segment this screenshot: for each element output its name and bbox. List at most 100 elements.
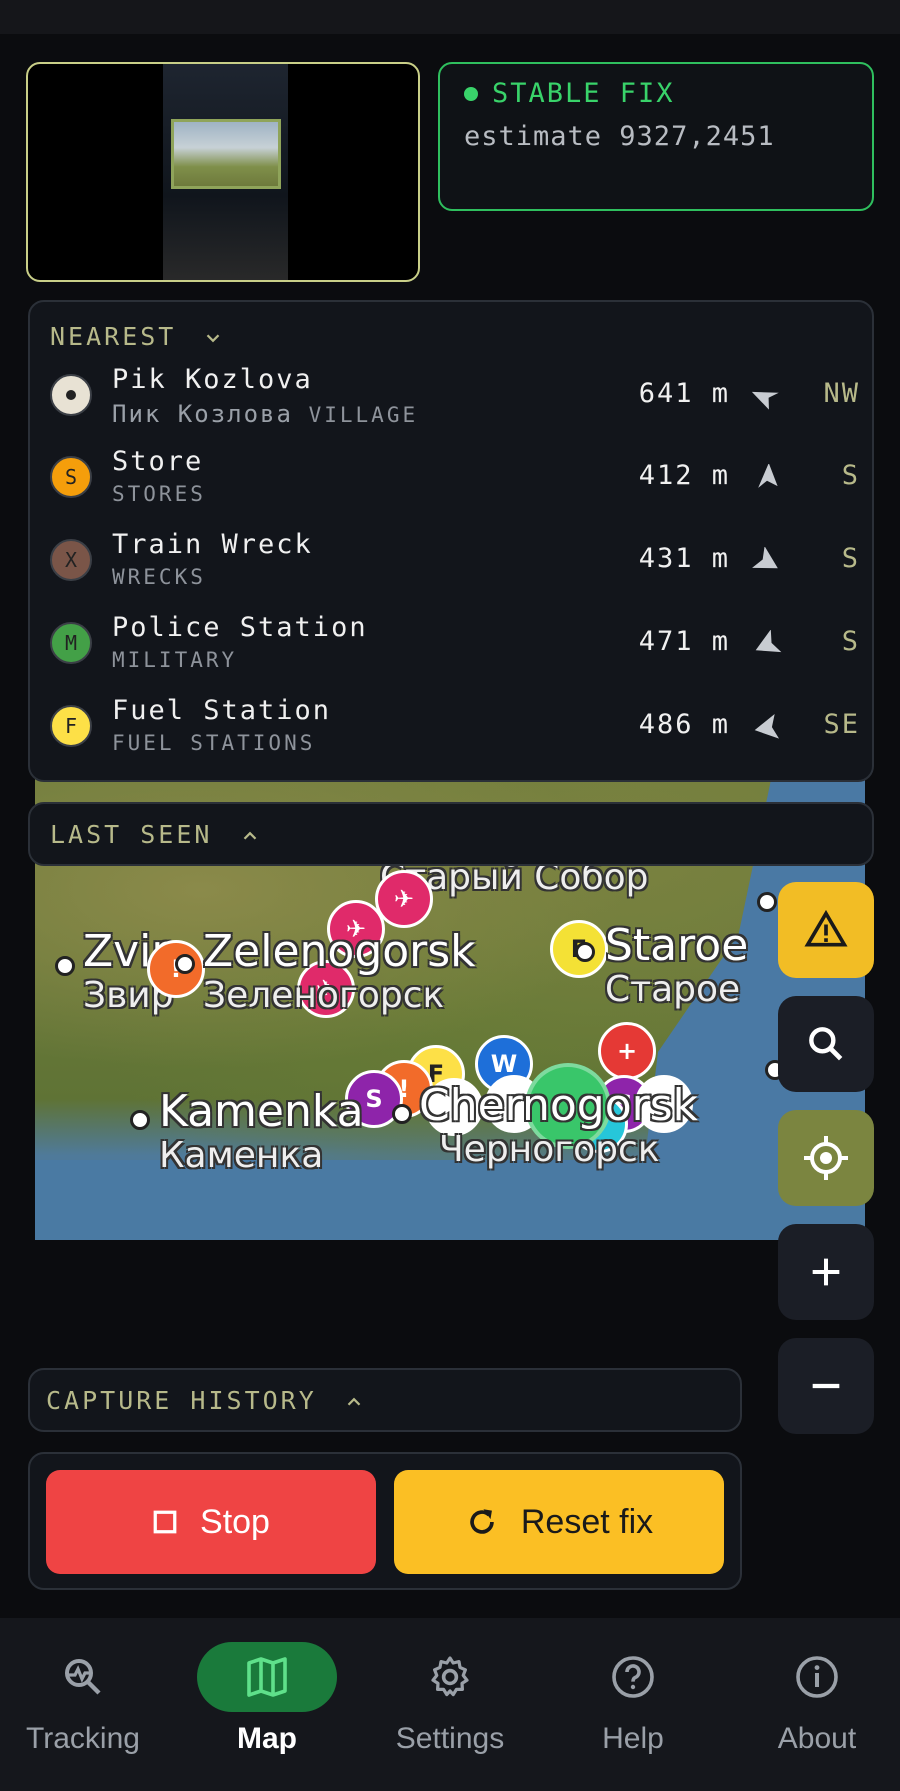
nearest-item-distance: 471 m xyxy=(638,626,730,657)
direction-arrow-icon xyxy=(754,713,780,739)
zoom-in-button[interactable] xyxy=(778,1224,874,1320)
fix-estimate: estimate 9327,2451 xyxy=(464,121,775,152)
map-icon xyxy=(247,1657,287,1697)
nearest-item-distance: 412 m xyxy=(638,460,730,491)
tracking-icon xyxy=(65,1659,101,1695)
nav-help[interactable]: Help xyxy=(553,1642,713,1772)
fix-status-led xyxy=(464,86,478,101)
nearest-item-category: WRECKS xyxy=(112,565,206,589)
nearest-item-direction: SE xyxy=(823,709,860,740)
camera-feed-monitor xyxy=(171,119,281,189)
nearest-item[interactable]: Pik Kozlova Пик Козлова VILLAGE 641 m NW xyxy=(50,360,860,440)
nav-tracking-label: Tracking xyxy=(26,1722,140,1755)
town-label-staroe: Staroe Старое xyxy=(605,922,748,1010)
town-dot[interactable] xyxy=(392,1104,412,1124)
nearest-item-name: Police Station xyxy=(112,612,368,643)
warning-icon xyxy=(804,909,848,947)
nearest-item-subtitle: Пик Козлова VILLAGE xyxy=(112,400,418,428)
locate-button[interactable] xyxy=(778,1110,874,1206)
town-label-kamenka: Kamenka Каменка xyxy=(159,1088,364,1176)
nav-tracking[interactable]: Tracking xyxy=(3,1642,163,1772)
airfield-pin-icon[interactable]: ✈ xyxy=(375,870,433,928)
store-icon: S xyxy=(50,456,92,498)
capture-history-header: CAPTURE HISTORY xyxy=(46,1386,317,1415)
village-dot-icon xyxy=(50,374,92,416)
town-name-ru: Каменка xyxy=(159,1135,324,1176)
nav-map-label: Map xyxy=(237,1722,297,1755)
nearest-item-distance: 486 m xyxy=(638,709,730,740)
nearest-item-direction: NW xyxy=(823,378,860,409)
town-name-ru: Зеленогорск xyxy=(203,975,445,1016)
town-label-chernogorsk: Chernogorsk Черногорск xyxy=(419,1082,698,1170)
help-icon xyxy=(612,1656,654,1698)
nearest-item-category: STORES xyxy=(112,482,206,506)
town-dot[interactable] xyxy=(575,942,595,962)
nav-help-label: Help xyxy=(602,1722,664,1755)
nearest-header: NEAREST xyxy=(50,322,177,351)
last-seen-toggle[interactable]: LAST SEEN xyxy=(28,802,874,866)
stop-button[interactable]: Stop xyxy=(46,1470,376,1574)
direction-arrow-icon xyxy=(752,547,778,569)
nearest-item-category: VILLAGE xyxy=(308,403,419,427)
town-name-en: Kamenka xyxy=(159,1086,364,1137)
direction-arrow-icon xyxy=(758,464,778,488)
nearest-item-name: Store xyxy=(112,446,204,477)
town-dot[interactable] xyxy=(55,956,75,976)
military-icon: M xyxy=(50,622,92,664)
zoom-out-button[interactable] xyxy=(778,1338,874,1434)
capture-history-toggle[interactable]: CAPTURE HISTORY xyxy=(28,1368,742,1432)
refresh-icon xyxy=(470,1509,494,1534)
fix-status-text: STABLE FIX xyxy=(492,78,675,109)
town-dot[interactable] xyxy=(757,892,777,912)
camera-preview[interactable] xyxy=(26,62,420,282)
nearest-item[interactable]: M Police Station MILITARY 471 m S xyxy=(50,608,860,688)
chevron-up-icon xyxy=(347,1397,361,1406)
stop-button-label: Stop xyxy=(200,1502,270,1541)
minus-icon xyxy=(812,1383,840,1389)
direction-arrow-icon xyxy=(752,391,779,410)
nearest-toggle[interactable]: NEAREST xyxy=(50,322,224,351)
fuel-icon: F xyxy=(50,705,92,747)
wreck-icon: X xyxy=(50,539,92,581)
nearest-panel: NEAREST Pik Kozlova Пик Козлова VILLAGE … xyxy=(28,300,874,782)
nearest-item-category: MILITARY xyxy=(112,648,238,672)
app-root: Старый Собор Zvir Звир ✈ ✈ ✈ ! Zelenogor… xyxy=(0,0,900,1791)
nav-about-label: About xyxy=(777,1722,857,1755)
last-seen-header: LAST SEEN xyxy=(50,820,213,849)
nearest-item-name-ru: Пик Козлова xyxy=(112,400,293,428)
reset-fix-button-label: Reset fix xyxy=(520,1502,654,1541)
nearest-item-direction: S xyxy=(841,626,860,657)
nearest-item[interactable]: S Store STORES 412 m S xyxy=(50,442,860,522)
nav-settings[interactable]: Settings xyxy=(370,1642,530,1772)
nearest-item-direction: S xyxy=(841,460,860,491)
nav-map[interactable]: Map xyxy=(187,1642,347,1772)
stop-icon xyxy=(153,1510,177,1534)
warning-button[interactable] xyxy=(778,882,874,978)
crosshair-icon xyxy=(804,1136,848,1180)
reset-fix-button[interactable]: Reset fix xyxy=(394,1470,724,1574)
town-name-ru: Старое xyxy=(605,969,741,1010)
nearest-item-category: FUEL STATIONS xyxy=(112,731,316,755)
fix-status-card: STABLE FIX estimate 9327,2451 xyxy=(438,62,874,211)
chevron-down-icon xyxy=(207,334,220,343)
camera-feed xyxy=(163,64,288,280)
town-dot[interactable] xyxy=(175,954,195,974)
town-name-ru: Черногорск xyxy=(439,1129,660,1170)
status-bar xyxy=(0,0,900,34)
town-dot[interactable] xyxy=(130,1110,150,1130)
town-name-en: Staroe xyxy=(605,920,749,971)
nearest-item[interactable]: F Fuel Station FUEL STATIONS 486 m SE xyxy=(50,691,860,771)
action-bar: Stop Reset fix xyxy=(28,1452,742,1590)
nav-about[interactable]: About xyxy=(737,1642,897,1772)
nav-settings-label: Settings xyxy=(395,1722,505,1755)
nearest-item-name: Fuel Station xyxy=(112,695,332,726)
search-button[interactable] xyxy=(778,996,874,1092)
gear-icon xyxy=(431,1656,469,1697)
nearest-item-distance: 431 m xyxy=(638,543,730,574)
town-name-en: Chernogorsk xyxy=(419,1080,699,1131)
direction-arrow-icon xyxy=(755,630,782,653)
plus-icon xyxy=(812,1258,840,1286)
nearest-item[interactable]: X Train Wreck WRECKS 431 m S xyxy=(50,525,860,605)
search-icon xyxy=(809,1027,843,1061)
medical-pin-icon[interactable]: + xyxy=(598,1022,656,1080)
